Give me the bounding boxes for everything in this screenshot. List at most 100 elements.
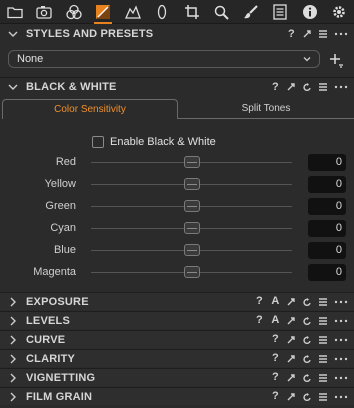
help-icon[interactable]: ?	[270, 81, 281, 93]
metadata-icon[interactable]	[269, 1, 291, 23]
pop-out-icon[interactable]	[286, 316, 297, 326]
slider-value-field[interactable]: 0	[308, 176, 346, 193]
tab-color-sensitivity[interactable]: Color Sensitivity	[2, 99, 178, 119]
reset-icon[interactable]	[302, 392, 313, 402]
chevron-right-icon[interactable]	[8, 392, 18, 402]
help-icon[interactable]: ?	[270, 334, 281, 345]
lens-icon[interactable]	[122, 1, 144, 23]
menu-icon[interactable]	[318, 297, 329, 307]
section-title: BLACK & WHITE	[26, 81, 117, 93]
more-icon[interactable]	[334, 297, 348, 307]
slider-value-field[interactable]: 0	[308, 264, 346, 281]
crop-icon[interactable]	[181, 1, 203, 23]
color-circles-icon[interactable]	[63, 1, 85, 23]
reset-icon[interactable]	[302, 297, 313, 307]
more-icon[interactable]	[334, 82, 348, 92]
slider-handle[interactable]	[184, 178, 200, 190]
slider-handle[interactable]	[184, 222, 200, 234]
magnifier-icon[interactable]	[210, 1, 232, 23]
pop-out-icon[interactable]	[286, 335, 297, 345]
chevron-right-icon[interactable]	[8, 297, 18, 307]
styles-presets-header[interactable]: STYLES AND PRESETS ?	[0, 25, 354, 43]
auto-adjust-icon[interactable]: A	[270, 296, 281, 307]
camera-icon[interactable]	[33, 1, 55, 23]
help-icon[interactable]: ?	[270, 391, 281, 402]
section-title: CLARITY	[26, 352, 76, 365]
chevron-right-icon[interactable]	[8, 354, 18, 364]
clarity-header[interactable]: CLARITY?	[0, 349, 354, 367]
menu-icon[interactable]	[318, 392, 329, 402]
slider-value-field[interactable]: 0	[308, 198, 346, 215]
oval-icon[interactable]	[151, 1, 173, 23]
info-icon[interactable]	[299, 1, 321, 23]
film-grain-header[interactable]: FILM GRAIN?	[0, 387, 354, 405]
slider-handle[interactable]	[184, 244, 200, 256]
slider-label: Red	[55, 156, 76, 168]
enable-bw-checkbox[interactable]	[92, 136, 104, 148]
section-title: STYLES AND PRESETS	[26, 28, 154, 40]
reset-icon[interactable]	[302, 354, 313, 364]
tab-split-tones[interactable]: Split Tones	[178, 99, 354, 119]
menu-icon[interactable]	[318, 354, 329, 364]
chevron-right-icon[interactable]	[8, 316, 18, 326]
help-icon[interactable]: ?	[254, 315, 265, 326]
slider-value-field[interactable]: 0	[308, 154, 346, 171]
folder-icon[interactable]	[4, 1, 26, 23]
pop-out-icon[interactable]	[286, 392, 297, 402]
more-icon[interactable]	[334, 29, 348, 39]
chevron-down-icon[interactable]	[8, 29, 18, 39]
section-title: LEVELS	[26, 314, 70, 327]
chevron-down-icon[interactable]	[8, 82, 18, 92]
add-preset-icon[interactable]	[328, 52, 344, 68]
brush-icon[interactable]	[240, 1, 262, 23]
chevron-down-icon	[303, 57, 311, 62]
slider-row-yellow: Yellow 0	[0, 175, 354, 195]
preset-dropdown[interactable]: None	[8, 50, 320, 68]
pop-out-icon[interactable]	[302, 29, 313, 39]
enable-bw-label: Enable Black & White	[110, 136, 216, 148]
help-icon[interactable]: ?	[270, 353, 281, 364]
slider-label: Magenta	[33, 266, 76, 278]
exposure-header[interactable]: EXPOSURE? A	[0, 292, 354, 310]
reset-icon[interactable]	[302, 316, 313, 326]
pop-out-icon[interactable]	[286, 373, 297, 383]
menu-icon[interactable]	[318, 335, 329, 345]
more-icon[interactable]	[334, 316, 348, 326]
slider-value-field[interactable]: 0	[308, 220, 346, 237]
slider-label: Green	[45, 200, 76, 212]
auto-adjust-icon[interactable]: A	[270, 315, 281, 326]
pop-out-icon[interactable]	[286, 82, 297, 92]
help-icon[interactable]: ?	[254, 296, 265, 307]
vignetting-header[interactable]: VIGNETTING?	[0, 368, 354, 386]
menu-icon[interactable]	[318, 316, 329, 326]
help-icon[interactable]: ?	[270, 372, 281, 383]
section-title: VIGNETTING	[26, 371, 96, 384]
more-icon[interactable]	[334, 373, 348, 383]
reset-icon[interactable]	[302, 373, 313, 383]
black-white-header[interactable]: BLACK & WHITE ?	[0, 78, 354, 96]
more-icon[interactable]	[334, 354, 348, 364]
chevron-right-icon[interactable]	[8, 373, 18, 383]
pop-out-icon[interactable]	[286, 297, 297, 307]
slider-handle[interactable]	[184, 156, 200, 168]
slider-handle[interactable]	[184, 200, 200, 212]
exposure-icon[interactable]	[92, 1, 114, 24]
more-icon[interactable]	[334, 335, 348, 345]
reset-icon[interactable]	[302, 335, 313, 345]
curve-header[interactable]: CURVE?	[0, 330, 354, 348]
slider-handle[interactable]	[184, 266, 200, 278]
menu-icon[interactable]	[318, 373, 329, 383]
enable-bw-row[interactable]: Enable Black & White	[92, 136, 216, 148]
levels-header[interactable]: LEVELS? A	[0, 311, 354, 329]
reset-icon[interactable]	[302, 82, 313, 92]
slider-row-cyan: Cyan 0	[0, 219, 354, 239]
slider-value-field[interactable]: 0	[308, 242, 346, 259]
menu-icon[interactable]	[318, 29, 329, 39]
menu-icon[interactable]	[318, 82, 329, 92]
section-title: EXPOSURE	[26, 295, 89, 308]
more-icon[interactable]	[334, 392, 348, 402]
gear-icon[interactable]	[328, 1, 350, 23]
pop-out-icon[interactable]	[286, 354, 297, 364]
chevron-right-icon[interactable]	[8, 335, 18, 345]
help-icon[interactable]: ?	[286, 28, 297, 40]
